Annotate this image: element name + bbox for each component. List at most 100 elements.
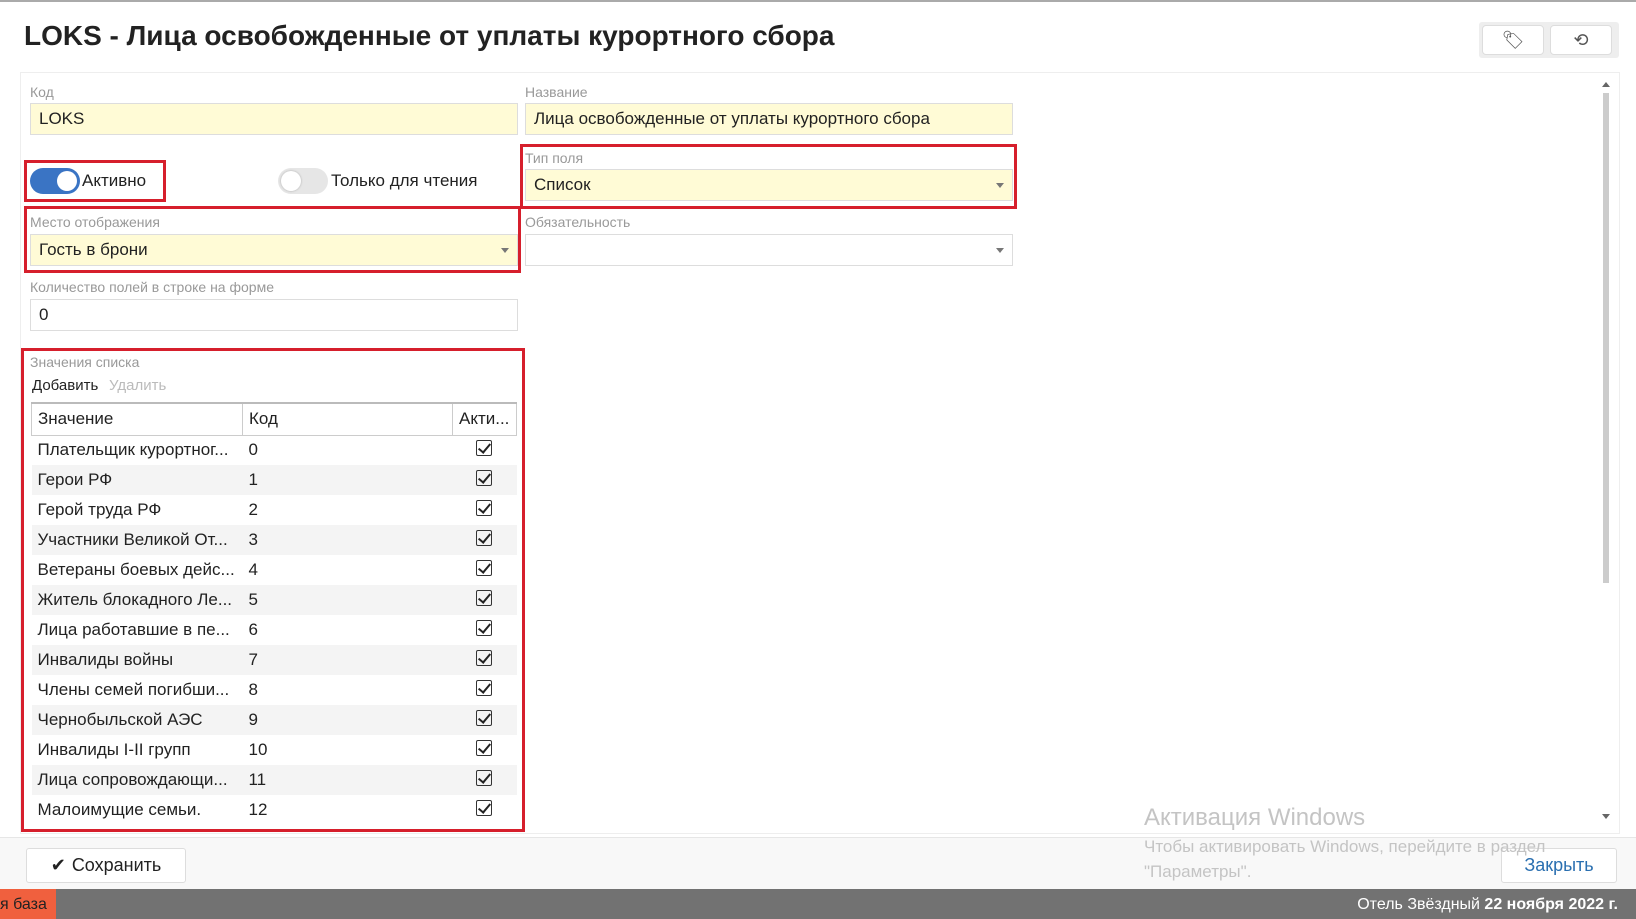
row-active-cell [452, 615, 516, 645]
required-select[interactable] [525, 234, 1013, 266]
row-active-cell [452, 585, 517, 615]
row-active-cell [452, 525, 517, 555]
table-row[interactable]: Герой труда РФ 2 [32, 495, 517, 525]
readonly-toggle[interactable]: Только для чтения [278, 168, 478, 194]
table-row[interactable]: Герои РФ 1 [31, 465, 517, 495]
row-code: 6 [248, 620, 258, 639]
row-code: 10 [248, 740, 268, 759]
row-code: 8 [248, 680, 258, 699]
row-value: Герои РФ [31, 465, 243, 495]
table-row[interactable]: Члены семей погибши... 8 [32, 675, 517, 705]
row-active-cell [452, 735, 516, 765]
row-active-cell [452, 435, 516, 465]
row-code: 11 [242, 765, 453, 795]
delete-value-link[interactable]: Удалить [109, 377, 166, 394]
row-active-cell [452, 675, 516, 705]
row-code: 3 [242, 525, 453, 555]
row-active-cell [452, 795, 516, 825]
name-label: Название [525, 84, 588, 100]
row-code: 4 [248, 560, 258, 579]
table-row[interactable]: Лица сопровождающи... 11 [31, 765, 517, 795]
active-checkbox[interactable] [476, 649, 493, 666]
add-value-link[interactable]: Добавить [32, 377, 98, 394]
scroll-down-icon[interactable] [1602, 814, 1610, 819]
column-header-active[interactable]: Акти... [451, 402, 517, 436]
code-label: Код [30, 84, 54, 100]
fields-per-row-label: Количество полей в строке на форме [30, 279, 274, 295]
table-row[interactable]: Лица работавшие в пе... 6 [32, 615, 517, 645]
display-place-value: Гость в брони [39, 240, 148, 259]
chevron-down-icon [996, 183, 1004, 188]
active-checkbox[interactable] [476, 559, 493, 576]
active-toggle[interactable]: Активно [30, 168, 160, 194]
row-value: Инвалиды войны [31, 645, 243, 675]
row-value: Члены семей погибши... [37, 680, 230, 699]
save-button[interactable]: ✔ Сохранить [26, 848, 186, 883]
list-values-label: Значения списка [30, 354, 140, 370]
close-button[interactable]: Закрыть [1501, 848, 1617, 883]
table-row[interactable]: Малоимущие семьи. 12 [32, 795, 517, 825]
row-value: Лица работавшие в пе... [37, 620, 230, 639]
row-value: Герой труда РФ [37, 500, 162, 519]
chevron-down-icon [501, 248, 509, 253]
table-row[interactable]: Житель блокадного Ле... 5 [31, 585, 517, 615]
required-label: Обязательность [525, 214, 631, 230]
display-place-select[interactable]: Гость в брони [30, 234, 518, 266]
row-active-cell [452, 765, 517, 795]
active-checkbox[interactable] [476, 439, 493, 456]
table-row[interactable]: Чернобыльской АЭС 9 [31, 705, 517, 735]
name-input[interactable]: Лица освобожденные от уплаты курортного … [525, 103, 1013, 135]
save-label: Сохранить [71, 855, 162, 875]
row-value: Инвалиды I-II групп [37, 740, 191, 759]
history-icon: ⟲ [1573, 29, 1589, 50]
fields-per-row-input[interactable]: 0 [30, 299, 518, 331]
scrollbar[interactable] [1602, 82, 1610, 583]
row-value: Ветераны боевых дейс... [37, 560, 235, 579]
display-place-label: Место отображения [30, 214, 160, 230]
table-row[interactable]: Ветераны боевых дейс... 4 [32, 555, 517, 585]
active-checkbox[interactable] [476, 799, 493, 816]
table-row[interactable]: Участники Великой От... 3 [31, 525, 517, 555]
tags-icon: 🏷 [1501, 29, 1525, 50]
tags-button[interactable]: 🏷 [1482, 25, 1544, 55]
code-input[interactable]: LOKS [30, 103, 518, 135]
row-active-cell [452, 495, 516, 525]
active-checkbox[interactable] [476, 769, 493, 786]
row-code: 9 [242, 705, 453, 735]
table-row[interactable]: Плательщик курортног... 0 [32, 435, 517, 465]
active-checkbox[interactable] [476, 499, 493, 516]
database-badge: я база [0, 889, 56, 919]
active-checkbox[interactable] [476, 679, 493, 696]
table-row[interactable]: Инвалиды войны 7 [31, 645, 517, 675]
active-checkbox[interactable] [476, 619, 493, 636]
field-type-select[interactable]: Список [525, 169, 1013, 201]
row-active-cell [452, 555, 516, 585]
history-button[interactable]: ⟲ [1550, 25, 1612, 55]
active-checkbox[interactable] [476, 739, 493, 756]
row-value: Лица сопровождающи... [31, 765, 243, 795]
field-type-value: Список [534, 175, 591, 194]
row-value: Чернобыльской АЭС [31, 705, 243, 735]
page-title: LOKS - Лица освобожденные от уплаты куро… [24, 20, 835, 51]
row-value: Житель блокадного Ле... [31, 585, 243, 615]
row-value: Участники Великой От... [31, 525, 243, 555]
column-header-code[interactable]: Код [241, 402, 453, 436]
row-code: 1 [242, 465, 453, 495]
active-checkbox[interactable] [476, 529, 493, 546]
row-code: 2 [248, 500, 258, 519]
table-row[interactable]: Инвалиды I-II групп 10 [32, 735, 517, 765]
row-value: Малоимущие семьи. [37, 800, 202, 819]
row-code: 5 [242, 585, 453, 615]
field-type-label: Тип поля [525, 150, 584, 166]
row-active-cell [452, 705, 517, 735]
active-checkbox[interactable] [476, 589, 493, 606]
row-code: 7 [242, 645, 453, 675]
readonly-label: Только для чтения [331, 171, 478, 190]
column-header-value[interactable]: Значение [31, 402, 243, 436]
chevron-down-icon [996, 248, 1004, 253]
active-checkbox[interactable] [476, 469, 493, 486]
active-label: Активно [82, 171, 147, 190]
active-checkbox[interactable] [476, 709, 493, 726]
row-value: Плательщик курортног... [37, 440, 229, 460]
hotel-name: Отель Звёздный [1357, 896, 1480, 913]
